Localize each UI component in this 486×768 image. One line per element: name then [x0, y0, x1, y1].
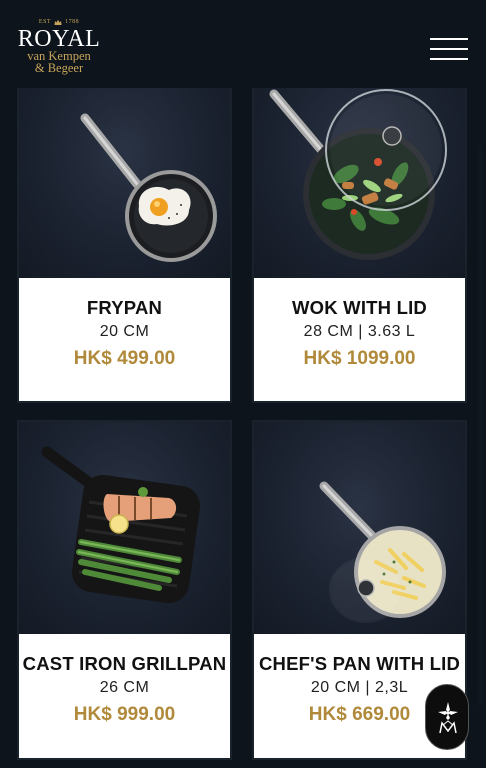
product-price: HK$ 1099.00 — [303, 348, 416, 369]
product-image-grillpan[interactable] — [19, 422, 230, 634]
product-info: WOK WITH LID 28 CM | 3.63 L HK$ 1099.00 — [254, 297, 465, 370]
product-price: HK$ 499.00 — [73, 348, 176, 369]
crown-icon — [54, 19, 62, 25]
product-image-wok[interactable] — [254, 66, 465, 278]
brand-emblem-button[interactable] — [425, 684, 469, 750]
menu-bar-bottom — [430, 58, 468, 60]
logo-est-label: EST — [38, 19, 52, 25]
grillpan-illustration — [41, 446, 201, 604]
page: EST 1788 ROYAL van Kempen & Begeer FRYPA… — [0, 0, 486, 768]
logo-royal: ROYAL — [17, 26, 101, 52]
frypan-illustration — [80, 113, 217, 262]
product-name[interactable]: CAST IRON GRILLPAN — [19, 653, 230, 675]
logo-line-3: & Begeer — [34, 61, 84, 75]
product-size: 28 CM | 3.63 L — [303, 323, 416, 340]
product-name[interactable]: WOK WITH LID — [254, 297, 465, 319]
product-card-grillpan[interactable]: CAST IRON GRILLPAN 26 CM HK$ 999.00 — [17, 420, 232, 760]
chefs-pan-illustration — [319, 481, 446, 623]
logo-est-year: 1788 — [65, 19, 80, 25]
product-card-wok[interactable]: WOK WITH LID 28 CM | 3.63 L HK$ 1099.00 — [252, 64, 467, 403]
wok-illustration — [269, 89, 447, 260]
logo-est-line: EST 1788 — [16, 18, 102, 26]
scrollbar[interactable] — [478, 146, 482, 706]
product-card-frypan[interactable]: FRYPAN 20 CM HK$ 499.00 — [17, 64, 232, 403]
product-size: 26 CM — [99, 679, 150, 696]
product-image-frypan[interactable] — [19, 66, 230, 278]
product-image-chefs-pan[interactable] — [254, 422, 465, 634]
product-info: FRYPAN 20 CM HK$ 499.00 — [19, 297, 230, 370]
product-name[interactable]: FRYPAN — [19, 297, 230, 319]
brand-logo[interactable]: EST 1788 ROYAL van Kempen & Begeer — [16, 18, 102, 78]
header: EST 1788 ROYAL van Kempen & Begeer — [0, 0, 486, 88]
product-info: CAST IRON GRILLPAN 26 CM HK$ 999.00 — [19, 653, 230, 726]
product-name[interactable]: CHEF'S PAN WITH LID — [254, 653, 465, 675]
menu-bar-top — [430, 38, 468, 40]
brand-emblem-icon — [438, 702, 458, 734]
product-size: 20 CM — [99, 323, 150, 340]
menu-bar-middle — [430, 48, 468, 50]
hamburger-menu-icon[interactable] — [430, 38, 468, 62]
product-price: HK$ 999.00 — [73, 704, 176, 725]
